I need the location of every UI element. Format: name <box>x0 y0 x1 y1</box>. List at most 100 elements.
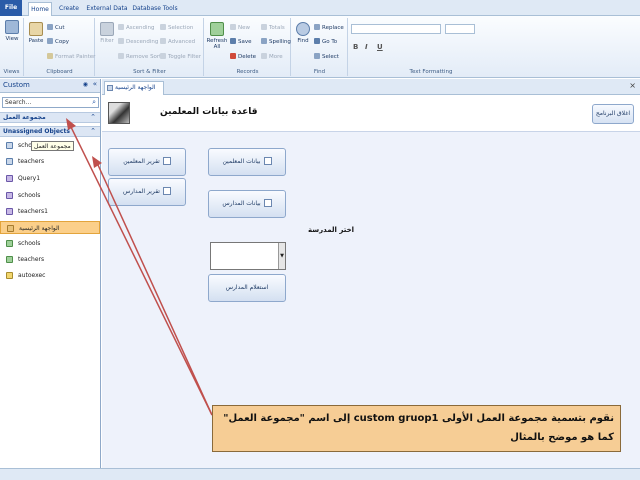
exit-program-button[interactable]: اغلاق البرنامج <box>592 104 634 124</box>
report-icon <box>6 256 13 263</box>
document-tab-bar: الواجهة الرئيسية × <box>102 79 640 95</box>
brush-icon <box>47 53 53 59</box>
form-icon <box>107 85 113 91</box>
school-query-button[interactable]: استعلام المدارس <box>208 274 286 302</box>
format-painter-button[interactable]: Format Painter <box>47 53 95 60</box>
choose-school-label: اختر المدرسة <box>308 226 355 234</box>
totals-button[interactable]: Totals <box>261 24 285 31</box>
schools-data-button[interactable]: بيانات المدارس <box>208 190 286 218</box>
cut-button[interactable]: Cut <box>47 24 64 31</box>
form-icon <box>7 225 14 232</box>
delete-icon <box>230 53 236 59</box>
chevron-up-icon[interactable]: ⌃ <box>90 113 96 121</box>
nav-item-query[interactable]: Query1 <box>0 172 100 185</box>
nav-title: Custom <box>3 81 30 89</box>
nav-item-table[interactable]: teachers <box>0 155 100 168</box>
teachers-report-button[interactable]: تقرير المعلمين <box>108 148 186 176</box>
refresh-all-button[interactable]: Refresh All <box>206 22 228 50</box>
document-tab[interactable]: الواجهة الرئيسية <box>104 81 164 95</box>
nav-item-query[interactable]: teachers1 <box>0 205 100 218</box>
toggle-filter-icon <box>160 53 166 59</box>
report-icon <box>162 187 171 195</box>
table-icon <box>6 142 13 149</box>
replace-icon <box>314 24 320 30</box>
view-icon <box>5 20 19 34</box>
remove-sort-icon <box>118 53 124 59</box>
delete-button[interactable]: Delete <box>230 53 256 60</box>
nav-item-form[interactable]: schools <box>0 237 100 250</box>
spelling-button[interactable]: Spelling <box>261 38 291 45</box>
save-button[interactable]: Save <box>230 38 252 45</box>
collapse-pane-icon[interactable]: « <box>93 80 97 88</box>
advanced-button[interactable]: Advanced <box>160 38 195 45</box>
nav-group-work[interactable]: مجموعة العمل ⌃ <box>0 112 100 123</box>
tab-create[interactable]: Create <box>56 2 82 16</box>
status-bar <box>0 468 640 480</box>
tab-database-tools[interactable]: Database Tools <box>132 2 178 16</box>
remove-sort-button[interactable]: Remove Sort <box>118 53 161 60</box>
font-size-combo[interactable] <box>445 24 475 34</box>
chevron-down-icon[interactable]: ▼ <box>278 243 285 269</box>
font-name-combo[interactable] <box>351 24 441 34</box>
filter-button[interactable]: Filter <box>98 22 116 44</box>
goto-button[interactable]: Go To <box>314 38 337 45</box>
nav-dropdown-icon[interactable]: ◉ <box>83 81 88 88</box>
find-group: Find Replace Go To Select Find <box>292 18 348 76</box>
underline-button[interactable]: U <box>377 43 383 51</box>
more-button[interactable]: More <box>261 53 283 60</box>
form-icon <box>263 157 272 165</box>
bold-button[interactable]: B <box>353 43 358 51</box>
tab-external-data[interactable]: External Data <box>86 2 128 16</box>
nav-group-unassigned[interactable]: Unassigned Objects ⌃ <box>0 126 100 137</box>
annotation-callout: نقوم بتسمية مجموعة العمل الأولى custom g… <box>212 405 621 452</box>
nav-item-form-selected[interactable]: الواجهة الرئيسية <box>0 221 100 234</box>
ribbon: View Views Paste Cut Copy Format Painter… <box>0 16 640 78</box>
nav-item-query[interactable]: schools <box>0 189 100 202</box>
sort-descending-icon <box>118 38 124 44</box>
query-icon <box>6 208 13 215</box>
replace-button[interactable]: Replace <box>314 24 344 31</box>
schools-report-button[interactable]: تقرير المدارس <box>108 178 186 206</box>
tab-file[interactable]: File <box>0 0 22 16</box>
ascending-button[interactable]: Ascending <box>118 24 155 31</box>
chevron-up-icon[interactable]: ⌃ <box>90 127 96 135</box>
clipboard-group: Paste Cut Copy Format Painter Clipboard <box>25 18 95 76</box>
advanced-filter-icon <box>160 38 166 44</box>
school-select[interactable]: ▼ <box>210 242 286 270</box>
toggle-filter-button[interactable]: Toggle Filter <box>160 53 201 60</box>
logo-image <box>108 102 130 124</box>
teachers-data-button[interactable]: بيانات المعلمين <box>208 148 286 176</box>
report-icon <box>162 157 171 165</box>
sort-filter-group: Filter Ascending Descending Remove Sort … <box>96 18 204 76</box>
paste-button[interactable]: Paste <box>27 22 45 44</box>
form-header: قاعدة بيانات المعلمين اغلاق البرنامج <box>102 96 640 132</box>
nav-item-macro[interactable]: autoexec <box>0 269 100 282</box>
close-icon[interactable]: × <box>629 81 636 90</box>
query-icon <box>6 192 13 199</box>
italic-button[interactable]: I <box>365 43 368 51</box>
nav-item-form[interactable]: teachers <box>0 253 100 266</box>
binoculars-icon <box>296 22 310 36</box>
tab-home[interactable]: Home <box>28 2 52 17</box>
selection-button[interactable]: Selection <box>160 24 193 31</box>
text-formatting-group: B I U Text Formatting <box>349 18 513 76</box>
group-name-tooltip: مجموعة العمل <box>31 141 74 151</box>
form-icon <box>263 199 272 207</box>
macro-icon <box>6 272 13 279</box>
query-icon <box>6 175 13 182</box>
refresh-icon <box>210 22 224 36</box>
nav-search-input[interactable]: Search... ⌕ <box>2 97 99 108</box>
nav-header[interactable]: Custom ◉ « <box>0 79 100 93</box>
navigation-pane: Custom ◉ « Search... ⌕ مجموعة العمل ⌃ Un… <box>0 79 101 468</box>
sigma-icon <box>261 24 267 30</box>
select-button[interactable]: Select <box>314 53 339 60</box>
form-title: قاعدة بيانات المعلمين <box>160 107 258 117</box>
view-button[interactable]: View <box>3 20 21 42</box>
copy-button[interactable]: Copy <box>47 38 69 45</box>
find-button[interactable]: Find <box>294 22 312 44</box>
descending-button[interactable]: Descending <box>118 38 158 45</box>
records-group: Refresh All New Save Delete Totals Spell… <box>205 18 291 76</box>
search-icon[interactable]: ⌕ <box>92 98 96 107</box>
save-icon <box>230 38 236 44</box>
new-record-button[interactable]: New <box>230 24 250 31</box>
